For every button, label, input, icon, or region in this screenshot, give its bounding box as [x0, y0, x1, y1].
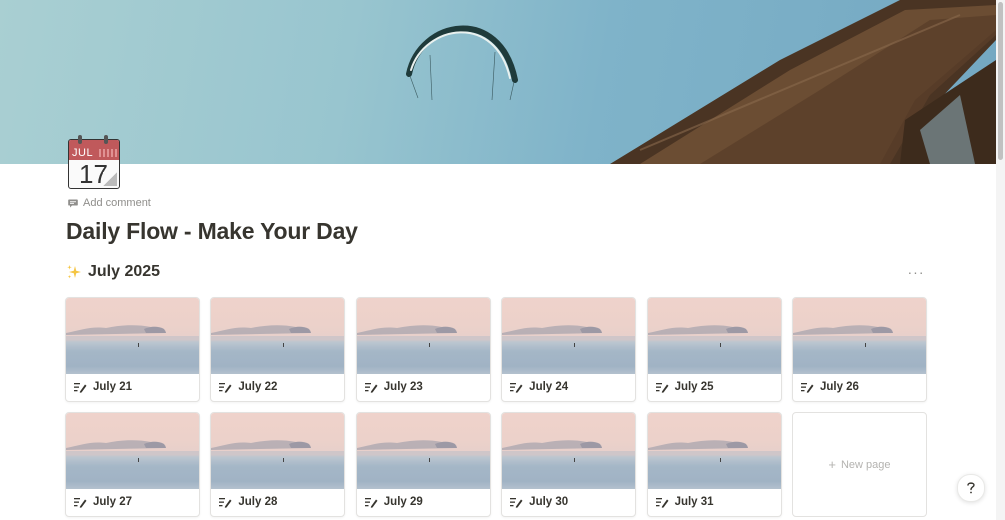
- page-edit-icon: [364, 382, 378, 393]
- sparkles-icon: [67, 265, 81, 279]
- gallery-view-heading[interactable]: July 2025: [66, 263, 160, 281]
- page-edit-icon: [655, 497, 669, 508]
- gallery-card[interactable]: July 22: [210, 297, 346, 402]
- gallery-card[interactable]: July 21: [65, 297, 200, 402]
- help-button[interactable]: [957, 474, 985, 502]
- kite-cover-image: [406, 0, 996, 164]
- card-title: July 27: [93, 496, 132, 508]
- help-icon: [967, 482, 975, 494]
- card-title: July 21: [93, 381, 132, 393]
- card-cover-image: [502, 413, 636, 489]
- gallery-card[interactable]: July 27: [65, 412, 200, 517]
- card-cover-image: [66, 298, 199, 374]
- card-cover-image: [647, 298, 781, 374]
- calendar-icon[interactable]: JUL 17: [66, 135, 122, 191]
- add-comment-label: Add comment: [83, 197, 151, 209]
- card-cover-image: [66, 413, 199, 489]
- card-title: July 29: [383, 496, 423, 508]
- page-edit-icon: [74, 382, 87, 393]
- plus-icon: +: [828, 457, 836, 472]
- card-cover-image: [211, 298, 345, 374]
- calendar-month: JUL: [72, 147, 94, 159]
- page-edit-icon: [74, 497, 87, 508]
- page-edit-icon: [510, 382, 523, 393]
- card-title: July 22: [238, 381, 278, 393]
- page-title[interactable]: Daily Flow - Make Your Day: [66, 218, 358, 245]
- scrollbar-thumb[interactable]: [998, 2, 1003, 160]
- gallery-card[interactable]: July 31: [646, 412, 782, 517]
- card-cover-image: [792, 298, 926, 374]
- page-edit-icon: [800, 382, 814, 393]
- card-title: July 23: [383, 381, 423, 393]
- card-title: July 28: [238, 496, 278, 508]
- comment-icon: [68, 199, 78, 207]
- card-title: July 30: [529, 496, 569, 508]
- page-edit-icon: [364, 497, 378, 508]
- add-comment-button[interactable]: Add comment: [68, 197, 151, 209]
- gallery-card[interactable]: July 23: [355, 297, 491, 402]
- scrollbar[interactable]: [996, 0, 1005, 520]
- more-options-button[interactable]: ···: [905, 264, 927, 280]
- card-cover-image: [502, 298, 636, 374]
- card-title: July 26: [819, 381, 859, 393]
- gallery-card[interactable]: July 30: [501, 412, 637, 517]
- gallery-grid: July 21 July 22 July 23 July 24 July 25 July …: [65, 297, 927, 517]
- gallery-card[interactable]: July 24: [501, 297, 637, 402]
- gallery-card[interactable]: July 28: [210, 412, 346, 517]
- card-cover-image: [211, 413, 345, 489]
- card-title: July 25: [674, 381, 714, 393]
- card-title: July 31: [674, 496, 714, 508]
- card-cover-image: [356, 298, 490, 374]
- page-cover[interactable]: [0, 0, 996, 164]
- card-cover-image: [647, 413, 781, 489]
- page-edit-icon: [655, 382, 669, 393]
- gallery-card[interactable]: July 25: [646, 297, 782, 402]
- card-cover-image: [356, 413, 490, 489]
- new-page-button[interactable]: + New page: [791, 412, 927, 517]
- new-page-label: New page: [840, 458, 891, 471]
- page-edit-icon: [219, 497, 232, 508]
- section-title: July 2025: [88, 263, 161, 280]
- gallery-card[interactable]: July 26: [791, 297, 927, 402]
- card-title: July 24: [529, 381, 569, 393]
- page-edit-icon: [510, 497, 523, 508]
- page-edit-icon: [219, 382, 232, 393]
- gallery-card[interactable]: July 29: [355, 412, 491, 517]
